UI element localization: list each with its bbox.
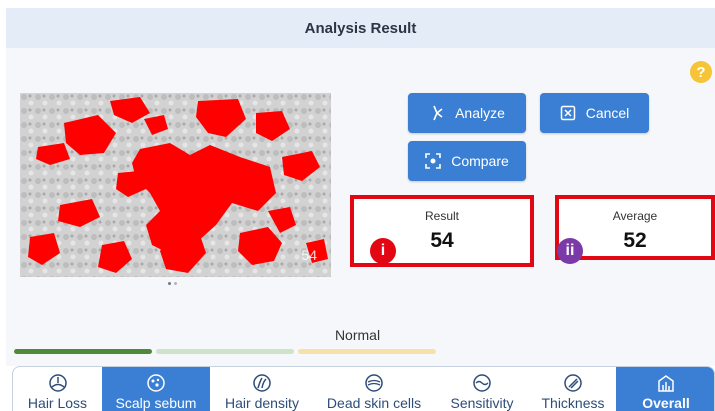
tab-sensitivity[interactable]: Sensitivity [434,367,530,411]
carousel-dot[interactable] [174,282,177,285]
tab-label: Hair Loss [27,395,88,411]
sebum-overlay-image [20,93,331,277]
marker-ii-badge: ii [557,238,583,264]
analyze-button[interactable]: Analyze [408,93,526,133]
tab-label: Scalp sebum [115,395,197,411]
compare-button[interactable]: Compare [408,141,526,181]
cancel-button[interactable]: Cancel [540,93,649,133]
tab-dead-skin-cells[interactable]: Dead skin cells [314,367,434,411]
tab-overall[interactable]: Overall [616,367,714,411]
status-scale [14,349,436,354]
average-label: Average [612,209,658,223]
scalp-sebum-image: 54 [20,93,331,277]
question-icon[interactable]: ? [690,61,712,83]
analyze-label: Analyze [455,105,505,121]
analysis-tabs: Hair Loss Scalp sebum Hair density Dead … [12,366,715,411]
cancel-label: Cancel [585,105,630,121]
tab-label: Hair density [225,395,299,411]
tab-scalp-sebum[interactable]: Scalp sebum [102,367,210,411]
status-segment-mid [156,349,294,354]
page-title: Analysis Result [304,19,417,37]
compare-icon [425,153,442,169]
carousel-dot[interactable] [168,282,171,285]
thickness-icon [564,374,582,392]
dead-skin-icon [365,374,383,392]
status-label: Normal [334,327,381,343]
tab-label: Dead skin cells [326,395,422,411]
image-carousel-dots[interactable] [168,282,177,285]
tab-label: Thickness [541,395,605,411]
scalp-sebum-icon [147,374,165,392]
marker-i-badge: i [370,238,396,264]
tab-hair-loss[interactable]: Hair Loss [13,367,102,411]
image-overlay-value: 54 [301,247,317,263]
hair-loss-icon [48,374,67,392]
header-bar: Analysis Result [6,8,715,48]
tab-label: Overall [642,395,690,411]
close-icon [560,105,576,121]
tab-label: Sensitivity [450,395,514,411]
status-segment-high [298,349,436,354]
result-label: Result [424,209,459,223]
analyze-icon [429,105,445,121]
sensitivity-icon [473,374,491,392]
status-segment-low [14,349,152,354]
hair-density-icon [253,374,271,392]
compare-label: Compare [451,153,509,169]
overall-icon [658,375,674,392]
tab-hair-density[interactable]: Hair density [210,367,314,411]
tab-thickness[interactable]: Thickness [530,367,616,411]
